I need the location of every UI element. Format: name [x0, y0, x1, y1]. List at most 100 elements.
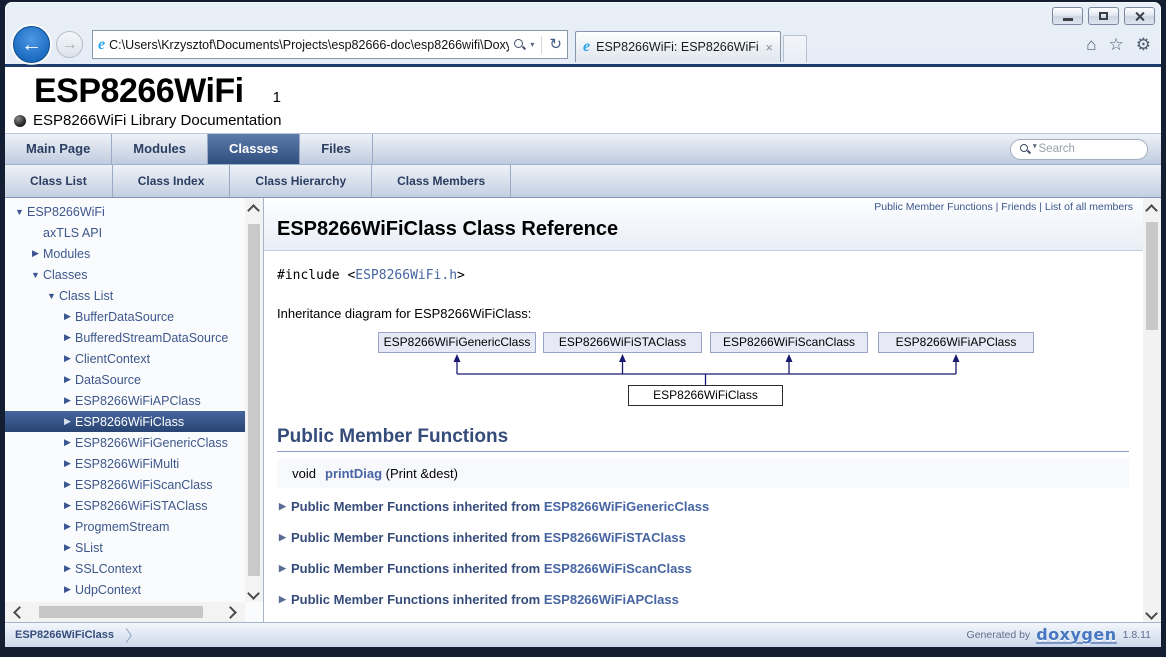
inherited-class-link[interactable]: ESP8266WiFiGenericClass: [544, 499, 709, 514]
inherited-section-row[interactable]: ▶Public Member Functions inherited from …: [277, 522, 1129, 552]
link-list-of-all-members[interactable]: List of all members: [1045, 201, 1133, 213]
tree-item-bufferdatasource[interactable]: ▶BufferDataSource: [5, 306, 245, 327]
search-box[interactable]: ▾: [1010, 139, 1148, 160]
breadcrumb[interactable]: ESP8266WiFiClass: [15, 629, 114, 641]
tab-classes[interactable]: Classes: [208, 134, 300, 164]
tree-item-label: ESP8266WiFiGenericClass: [75, 436, 228, 450]
scroll-left-icon[interactable]: [13, 606, 26, 619]
content-vertical-scrollbar[interactable]: [1143, 198, 1161, 622]
inheritance-node[interactable]: ESP8266WiFiGenericClass: [378, 332, 536, 353]
tree-item-class-list[interactable]: ▼Class List: [5, 285, 245, 306]
scroll-up-icon[interactable]: [1145, 204, 1158, 217]
favorites-star-icon[interactable]: ☆: [1109, 36, 1124, 53]
inherited-section-row[interactable]: ▶Public Member Functions inherited from …: [277, 491, 1129, 521]
tab-class-hierarchy[interactable]: Class Hierarchy: [230, 165, 372, 197]
include-file-link[interactable]: ESP8266WiFi.h: [355, 268, 457, 283]
inherited-class-link[interactable]: ESP8266WiFiSTAClass: [544, 530, 686, 545]
inheritance-node-self[interactable]: ESP8266WiFiClass: [628, 385, 783, 406]
tree-item-esp8266wifigenericclass[interactable]: ▶ESP8266WiFiGenericClass: [5, 432, 245, 453]
tree-expand-icon[interactable]: ▶: [60, 458, 75, 469]
tree-expand-icon[interactable]: ▶: [28, 248, 43, 259]
tree-expand-icon[interactable]: ▶: [60, 584, 75, 595]
scroll-down-icon[interactable]: [1145, 607, 1158, 620]
new-tab-button[interactable]: [783, 35, 807, 62]
tree-expand-icon[interactable]: ▶: [60, 437, 75, 448]
forward-button[interactable]: →: [56, 31, 83, 58]
tab-class-members[interactable]: Class Members: [372, 165, 511, 197]
tab-class-list[interactable]: Class List: [5, 165, 113, 197]
tree-expand-icon[interactable]: ▶: [60, 332, 75, 343]
inheritance-node[interactable]: ESP8266WiFiAPClass: [878, 332, 1034, 353]
tree-item-esp8266wifimulti[interactable]: ▶ESP8266WiFiMulti: [5, 453, 245, 474]
inherited-class-link[interactable]: ESP8266WiFiAPClass: [544, 592, 679, 607]
tree-expand-icon[interactable]: ▶: [60, 542, 75, 553]
tree-expand-icon[interactable]: ▶: [60, 353, 75, 364]
chevron-down-icon[interactable]: ▾: [530, 40, 534, 49]
search-caret-icon[interactable]: ▾: [1033, 142, 1037, 150]
tab-main-page[interactable]: Main Page: [5, 134, 112, 164]
scroll-down-icon[interactable]: [247, 587, 260, 600]
minimize-button[interactable]: [1052, 7, 1083, 25]
tree-item-slist[interactable]: ▶SList: [5, 537, 245, 558]
tree-item-modules[interactable]: ▶Modules: [5, 243, 245, 264]
tree-collapse-icon[interactable]: ▼: [12, 207, 27, 217]
tree-expand-icon[interactable]: ▶: [60, 563, 75, 574]
inherited-section-row[interactable]: ▶Public Member Functions inherited from …: [277, 553, 1129, 583]
link-public-member-functions[interactable]: Public Member Functions: [874, 201, 992, 213]
restore-button[interactable]: [1088, 7, 1119, 25]
scroll-up-icon[interactable]: [247, 204, 260, 217]
tree-item-datasource[interactable]: ▶DataSource: [5, 369, 245, 390]
tree-item-bufferedstreamdatasource[interactable]: ▶BufferedStreamDataSource: [5, 327, 245, 348]
tree-expand-icon[interactable]: ▶: [60, 500, 75, 511]
tree-item-classes[interactable]: ▼Classes: [5, 264, 245, 285]
scroll-right-icon[interactable]: [224, 606, 237, 619]
tree-item-esp8266wificlass[interactable]: ▶ESP8266WiFiClass: [5, 411, 245, 432]
tree-item-sslcontext[interactable]: ▶SSLContext: [5, 558, 245, 579]
address-bar[interactable]: e ▾ ↻: [92, 30, 568, 59]
tree-item-clientcontext[interactable]: ▶ClientContext: [5, 348, 245, 369]
tree-expand-icon[interactable]: ▶: [60, 416, 75, 427]
tab-close-icon[interactable]: ×: [765, 40, 773, 55]
tree-item-axtls-api[interactable]: axTLS API: [5, 222, 245, 243]
tree-item-udpcontext[interactable]: ▶UdpContext: [5, 579, 245, 600]
doxygen-logo[interactable]: doxygen: [1036, 627, 1116, 644]
inherited-section-row[interactable]: ▶Public Member Functions inherited from …: [277, 584, 1129, 614]
tab-files[interactable]: Files: [300, 134, 373, 164]
tree-item-esp8266wifiapclass[interactable]: ▶ESP8266WiFiAPClass: [5, 390, 245, 411]
scrollbar-thumb[interactable]: [1146, 222, 1158, 330]
link-friends[interactable]: Friends: [1001, 201, 1036, 213]
tab-modules[interactable]: Modules: [112, 134, 208, 164]
sidebar-vertical-scrollbar[interactable]: [245, 198, 263, 602]
member-link[interactable]: printDiag: [325, 466, 382, 481]
tree-expand-icon[interactable]: ▶: [60, 374, 75, 385]
search-input[interactable]: [1039, 143, 1143, 155]
back-button[interactable]: ←: [13, 26, 50, 63]
tree-item-esp8266wifi[interactable]: ▼ESP8266WiFi: [5, 201, 245, 222]
search-icon[interactable]: [513, 38, 526, 51]
tree-item-esp8266wifistaclass[interactable]: ▶ESP8266WiFiSTAClass: [5, 495, 245, 516]
tree-collapse-icon[interactable]: ▼: [28, 270, 43, 280]
scrollbar-thumb[interactable]: [248, 224, 260, 576]
tree-expand-icon[interactable]: ▶: [60, 311, 75, 322]
tab-class-index[interactable]: Class Index: [113, 165, 231, 197]
tree-expand-icon[interactable]: ▶: [60, 395, 75, 406]
tree-item-label: ESP8266WiFi: [27, 205, 105, 219]
home-icon[interactable]: ⌂: [1086, 36, 1096, 53]
tree-item-label: DataSource: [75, 373, 141, 387]
address-input[interactable]: [109, 38, 509, 52]
refresh-icon[interactable]: ↻: [549, 37, 562, 52]
inheritance-node[interactable]: ESP8266WiFiSTAClass: [543, 332, 702, 353]
tree-expand-icon[interactable]: ▶: [60, 521, 75, 532]
tree-expand-icon[interactable]: ▶: [60, 479, 75, 490]
scrollbar-thumb[interactable]: [39, 606, 203, 618]
tree-item-progmemstream[interactable]: ▶ProgmemStream: [5, 516, 245, 537]
inherited-class-link[interactable]: ESP8266WiFiScanClass: [544, 561, 692, 576]
inheritance-node[interactable]: ESP8266WiFiScanClass: [710, 332, 868, 353]
close-button[interactable]: [1124, 7, 1155, 25]
tree-item-esp8266wifiscanclass[interactable]: ▶ESP8266WiFiScanClass: [5, 474, 245, 495]
tree-collapse-icon[interactable]: ▼: [44, 291, 59, 301]
title-bar[interactable]: [5, 2, 1161, 27]
sidebar-horizontal-scrollbar[interactable]: [5, 602, 245, 622]
browser-tab[interactable]: e ESP8266WiFi: ESP8266WiFi... ×: [575, 31, 781, 62]
gear-icon[interactable]: ⚙: [1136, 36, 1151, 53]
